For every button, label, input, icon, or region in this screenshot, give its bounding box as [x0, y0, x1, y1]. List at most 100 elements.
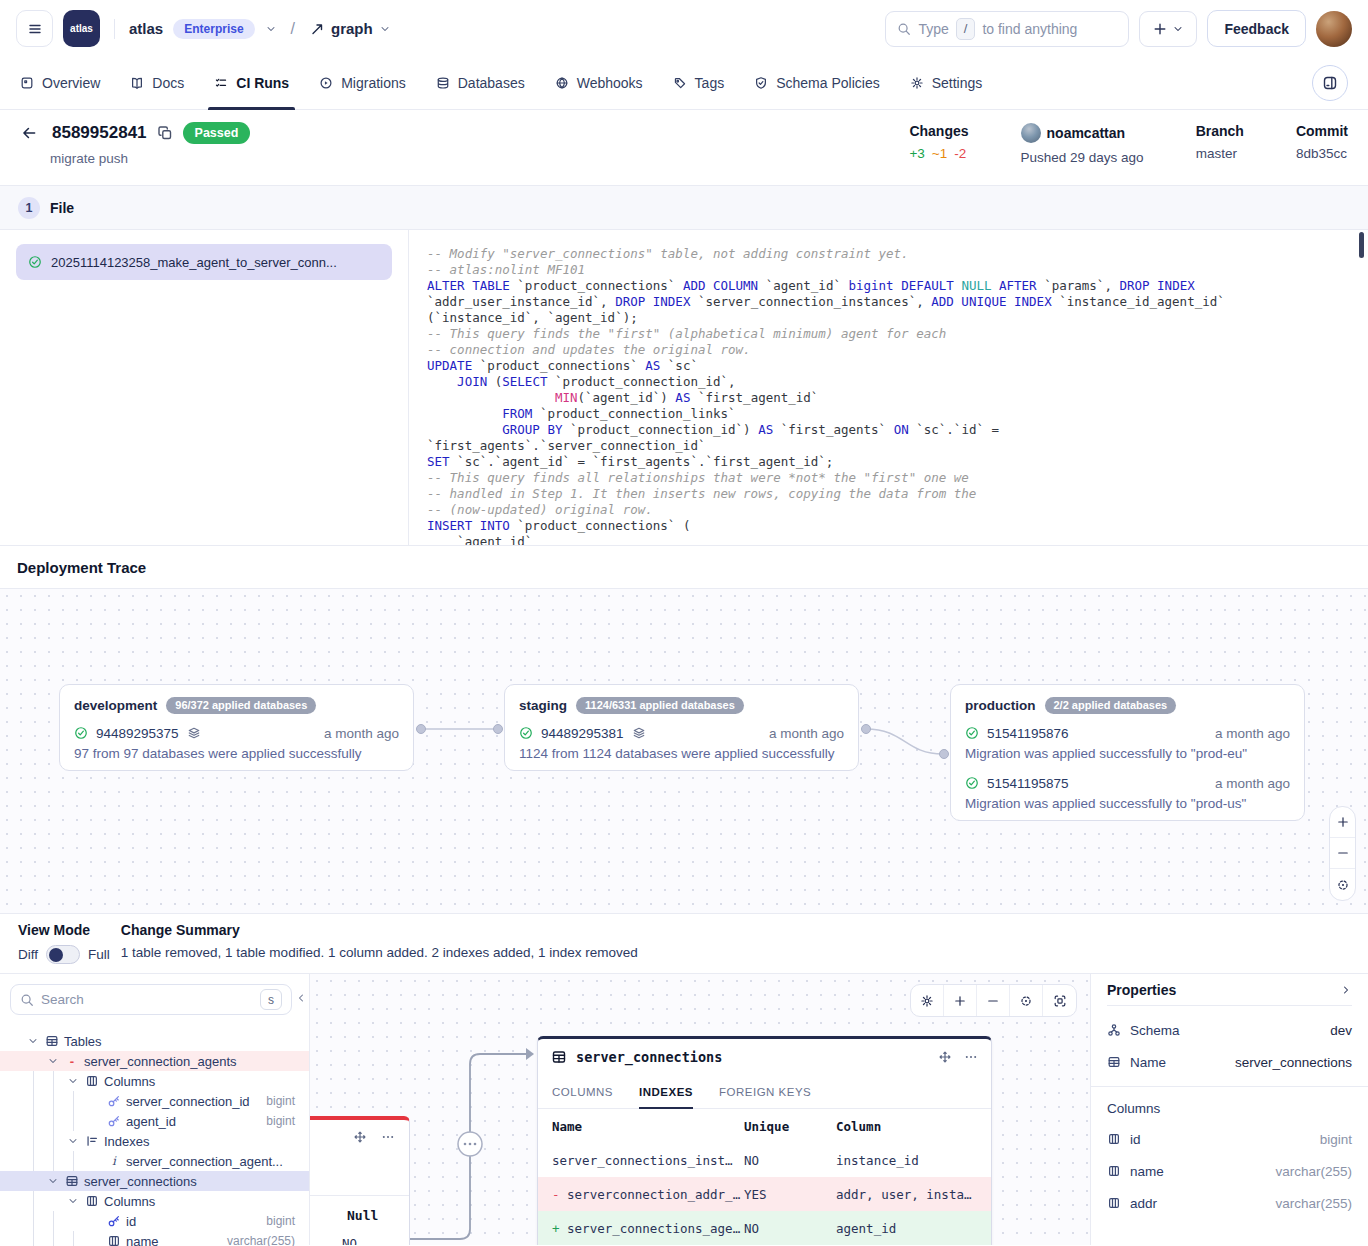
chevron-down-icon[interactable] [265, 23, 277, 35]
tab-tags[interactable]: Tags [673, 57, 725, 109]
deployment-id[interactable]: 51541195876 [987, 726, 1069, 741]
fit-view-button[interactable] [1330, 869, 1355, 900]
org-name[interactable]: atlas [129, 20, 163, 37]
tab-settings[interactable]: Settings [910, 57, 983, 109]
tree-item-indexes[interactable]: Indexes [0, 1131, 309, 1151]
terminal-panel-button[interactable] [1312, 65, 1348, 101]
move-icon[interactable] [353, 1130, 367, 1144]
null-value: NO [310, 1223, 409, 1245]
zoom-out-button[interactable] [1330, 838, 1355, 869]
trace-card-production[interactable]: production2/2 applied databases515411958… [950, 684, 1305, 821]
erd-fit-button[interactable] [1043, 985, 1076, 1016]
file-list-item[interactable]: 20251114123258_make_agent_to_server_conn… [16, 244, 392, 280]
tree-item-name[interactable]: namevarchar(255) [0, 1231, 309, 1246]
docs-icon [130, 76, 144, 90]
chev-down-icon [66, 1195, 80, 1207]
tree-item-columns[interactable]: Columns [0, 1191, 309, 1211]
tab-databases[interactable]: Databases [436, 57, 525, 109]
schema-tree: Tables-server_connection_agentsColumnsse… [0, 1031, 309, 1246]
deployment-entry[interactable]: 94489295381a month ago1124 from 1124 dat… [519, 722, 844, 761]
erd-zoom-in-button[interactable] [944, 985, 977, 1016]
columns-section-label: Columns [1107, 1093, 1352, 1123]
trace-card-development[interactable]: development96/372 applied databases94489… [59, 684, 414, 771]
tab-overview[interactable]: Overview [20, 57, 100, 109]
menu-icon [27, 21, 43, 37]
server-connections-card[interactable]: server_connections COLUMNSINDEXESFOREIGN… [537, 1036, 992, 1245]
code-line: -- handled in Step 1. It then inserts ne… [427, 486, 1350, 502]
deployment-id[interactable]: 94489295375 [96, 726, 179, 741]
feedback-button[interactable]: Feedback [1207, 10, 1306, 47]
zoom-in-button[interactable] [1330, 807, 1355, 838]
erd-settings-button[interactable] [911, 985, 944, 1016]
chev-down-icon [66, 1135, 80, 1147]
search-icon [897, 22, 911, 36]
tab-schema-policies[interactable]: Schema Policies [754, 57, 880, 109]
changes-added: +3 [909, 146, 924, 161]
copy-icon[interactable] [157, 125, 173, 141]
ellipsis-icon[interactable] [964, 1050, 978, 1064]
global-search-input[interactable]: Type / to find anything [885, 11, 1129, 47]
diff-label[interactable]: Diff [18, 947, 38, 962]
column-type: bigint [266, 1214, 295, 1228]
erd-focus-button[interactable] [1010, 985, 1043, 1016]
erd-tab-indexes[interactable]: INDEXES [639, 1075, 693, 1108]
deployment-entry[interactable]: 51541195875a month agoMigration was appl… [965, 772, 1290, 811]
move-icon[interactable] [938, 1050, 952, 1064]
trace-card-staging[interactable]: staging1124/6331 applied databases944892… [504, 684, 859, 771]
tree-item-id[interactable]: idbigint [0, 1211, 309, 1231]
gear-icon [910, 76, 924, 90]
atlas-logo[interactable]: atlas [63, 10, 100, 47]
properties-panel: Properties SchemadevNameserver_connectio… [1090, 974, 1368, 1245]
tab-webhooks[interactable]: Webhooks [555, 57, 643, 109]
tree-item-server-connections[interactable]: server_connections [0, 1171, 309, 1191]
ellipsis-icon[interactable] [381, 1130, 395, 1144]
code-line: SET `sc`.`agent_id` = `first_agents`.`fi… [427, 454, 1350, 470]
erd-zoom-out-button[interactable] [977, 985, 1010, 1016]
tree-item-tables[interactable]: Tables [0, 1031, 309, 1051]
tab-migrations[interactable]: Migrations [319, 57, 406, 109]
create-new-button[interactable] [1139, 11, 1197, 47]
erd-canvas[interactable]: Null NO server_connections COLUMNSINDEXE… [310, 974, 1090, 1245]
erd-index-row[interactable]: - serverconnection_addr_…YESaddr, user, … [538, 1177, 991, 1211]
main-nav-tabs: Overview Docs CI Runs Migrations Databases We… [0, 57, 1368, 110]
slash-kbd: / [956, 18, 976, 40]
scrollbar[interactable] [1359, 232, 1364, 258]
collapse-panel-icon[interactable] [295, 992, 307, 1004]
deployment-id[interactable]: 94489295381 [541, 726, 624, 741]
erd-index-row[interactable]: + server_connections_age…NOagent_id [538, 1211, 991, 1245]
tree-item-agent-id[interactable]: agent_idbigint [0, 1111, 309, 1131]
user-avatar[interactable] [1316, 11, 1352, 47]
plus-icon [1336, 815, 1350, 829]
app-header: atlas atlas Enterprise / graph Type / to… [0, 0, 1368, 57]
tree-item-server-connection-id[interactable]: server_connection_idbigint [0, 1091, 309, 1111]
hamburger-menu-button[interactable] [16, 10, 53, 47]
tab-docs[interactable]: Docs [130, 57, 184, 109]
erd-index-row[interactable]: server_connections_inst…NOinstance_id [538, 1143, 991, 1177]
deployment-message: 1124 from 1124 databases were applied su… [519, 746, 844, 761]
indexes-icon [85, 1134, 99, 1148]
erd-tab-foreign-keys[interactable]: FOREIGN KEYS [719, 1075, 811, 1108]
deployment-time: a month ago [1215, 726, 1290, 741]
deployment-entry[interactable]: 94489295375a month ago97 from 97 databas… [74, 722, 399, 761]
removed-table-card[interactable]: Null NO [310, 1116, 410, 1245]
graph-icon [309, 21, 325, 37]
tree-item-server-connection-agent-[interactable]: iserver_connection_agent... [0, 1151, 309, 1171]
erd-tab-columns[interactable]: COLUMNS [552, 1075, 613, 1108]
schema-search-input[interactable]: Search s [10, 984, 292, 1015]
deployment-entry[interactable]: 51541195876a month agoMigration was appl… [965, 722, 1290, 761]
tree-item-server-connection-agents[interactable]: -server_connection_agents [0, 1051, 309, 1071]
tree-item-columns[interactable]: Columns [0, 1071, 309, 1091]
deployment-time: a month ago [1215, 776, 1290, 791]
deployment-trace-canvas[interactable]: development96/372 applied databases94489… [0, 589, 1368, 914]
key2-icon [107, 1114, 121, 1128]
chevron-right-icon[interactable] [1340, 984, 1352, 996]
properties-title: Properties [1107, 982, 1176, 998]
diff-full-toggle[interactable] [46, 945, 80, 964]
code-line: -- (now-updated) original row. [427, 502, 1350, 518]
back-arrow-icon[interactable] [20, 124, 38, 142]
enterprise-badge: Enterprise [173, 19, 254, 39]
full-label[interactable]: Full [88, 947, 110, 962]
deployment-id[interactable]: 51541195875 [987, 776, 1069, 791]
project-breadcrumb[interactable]: graph [309, 20, 391, 37]
tab-ci-runs[interactable]: CI Runs [214, 57, 289, 109]
